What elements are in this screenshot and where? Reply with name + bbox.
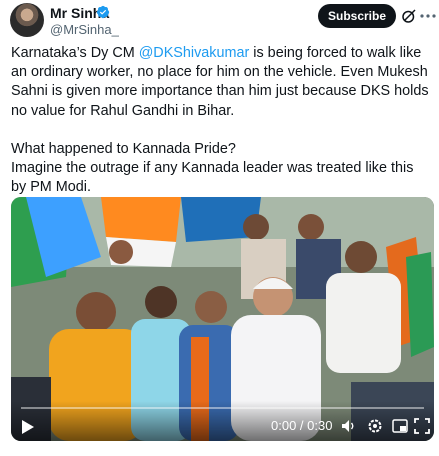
author-avatar[interactable]: [10, 3, 44, 37]
video-time: 0:00 / 0:30: [271, 418, 333, 433]
more-options-icon[interactable]: [420, 13, 436, 19]
tweet-text-second-paragraph: What happened to Kannada Pride? Imagine …: [11, 141, 414, 196]
video-controls: 0:00 / 0:30: [11, 401, 434, 441]
verified-badge-icon: [96, 5, 110, 19]
author-handle[interactable]: @MrSinha_: [50, 22, 119, 37]
video-player[interactable]: 0:00 / 0:30: [11, 197, 434, 441]
tweet-header: Mr Sinha @MrSinha_ Subscribe: [0, 0, 439, 42]
grok-icon[interactable]: [400, 7, 418, 25]
video-progress-bar[interactable]: [21, 407, 424, 409]
tweet-text: Karnataka’s Dy CM @DKShivakumar is being…: [11, 44, 431, 198]
subscribe-button[interactable]: Subscribe: [318, 4, 396, 28]
settings-gear-icon[interactable]: [367, 418, 383, 434]
mention-link[interactable]: @DKShivakumar: [139, 45, 250, 61]
fullscreen-icon[interactable]: [414, 418, 430, 434]
picture-in-picture-icon[interactable]: [392, 418, 408, 434]
tweet-text-pre: Karnataka’s Dy CM: [11, 45, 139, 61]
volume-icon[interactable]: [341, 418, 357, 434]
play-icon[interactable]: [21, 419, 35, 435]
